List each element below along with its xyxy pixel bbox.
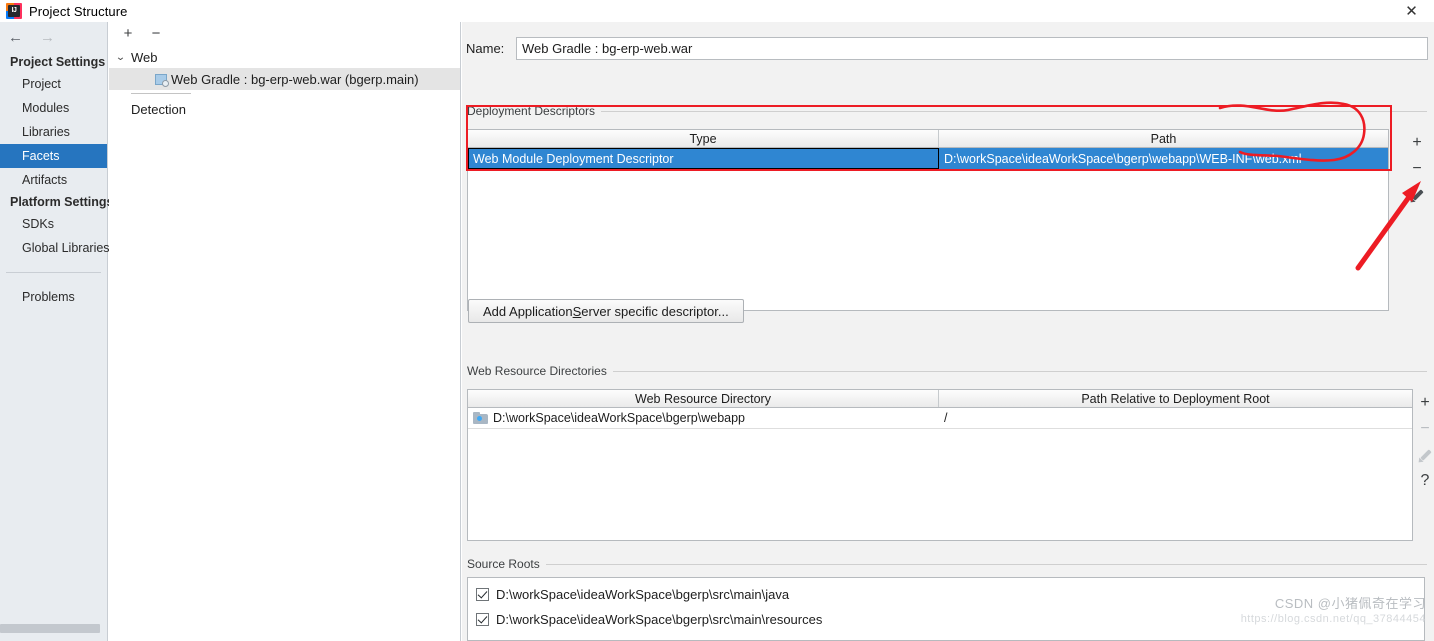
column-header-path[interactable]: Path xyxy=(939,130,1388,147)
settings-sidebar: ← → Project Settings Project Modules Lib… xyxy=(0,22,114,641)
add-button-mnemonic: S xyxy=(572,303,582,319)
tree-node-web-label: Web xyxy=(131,49,158,65)
web-resource-directories-table[interactable]: Web Resource Directory Path Relative to … xyxy=(467,389,1413,541)
sidebar-item-facets[interactable]: Facets xyxy=(0,144,107,168)
add-resource-dir-button[interactable]: + xyxy=(1414,390,1434,416)
edit-resource-dir-button[interactable] xyxy=(1414,442,1434,468)
edit-descriptor-button[interactable] xyxy=(1406,182,1428,208)
facet-name-label: Name: xyxy=(466,40,505,56)
facets-tree-panel: + − ⌄ Web Web Gradle : bg-erp-web.war (b… xyxy=(109,22,461,641)
facets-tree-toolbar: + − xyxy=(109,22,460,46)
section-divider-line xyxy=(545,563,1427,565)
source-roots-section-header: Source Roots xyxy=(467,557,1427,571)
web-resource-directory-text: D:\workSpace\ideaWorkSpace\bgerp\webapp xyxy=(493,411,745,425)
sidebar-group-platform-settings: Platform Settings xyxy=(10,195,114,209)
web-resource-directories-toolbar: + − ? xyxy=(1414,390,1434,494)
watermark: CSDN @小猪佩奇在学习 https://blog.csdn.net/qq_3… xyxy=(1241,593,1426,625)
add-button-text-pre: Add Application xyxy=(483,303,573,319)
help-button[interactable]: ? xyxy=(1414,468,1434,494)
facet-settings-pane: Name: Deployment Descriptors Type Path W… xyxy=(462,22,1434,641)
sidebar-divider xyxy=(6,272,101,273)
forward-arrow-icon[interactable]: → xyxy=(40,29,55,46)
watermark-url: https://blog.csdn.net/qq_37844454 xyxy=(1240,613,1426,625)
add-button-text-post: erver specific descriptor... xyxy=(581,303,729,319)
section-divider-line xyxy=(601,110,1427,112)
watermark-text: CSDN @小猪佩奇在学习 xyxy=(1274,596,1426,611)
column-header-web-resource-directory[interactable]: Web Resource Directory xyxy=(468,390,939,407)
table-row[interactable]: D:\workSpace\ideaWorkSpace\bgerp\webapp … xyxy=(468,408,1412,429)
deployment-descriptors-label: Deployment Descriptors xyxy=(467,104,596,118)
column-header-path-relative[interactable]: Path Relative to Deployment Root xyxy=(939,390,1412,407)
tree-node-detection-label: Detection xyxy=(131,101,186,117)
sidebar-item-modules[interactable]: Modules xyxy=(0,96,107,120)
tree-divider xyxy=(131,93,191,94)
checkbox-checked-icon[interactable] xyxy=(476,588,489,601)
war-artifact-icon xyxy=(155,73,169,87)
window-title: Project Structure xyxy=(29,3,128,19)
remove-facet-button[interactable]: − xyxy=(149,26,163,41)
column-header-type[interactable]: Type xyxy=(468,130,939,147)
remove-descriptor-button[interactable]: − xyxy=(1406,156,1428,182)
add-app-server-descriptor-button[interactable]: Add Application Server specific descript… xyxy=(468,299,744,323)
sidebar-item-global-libraries[interactable]: Global Libraries xyxy=(0,236,110,260)
tree-node-web-gradle[interactable]: Web Gradle : bg-erp-web.war (bgerp.main) xyxy=(109,68,460,90)
sidebar-item-problems[interactable]: Problems xyxy=(0,285,107,309)
relative-path-cell[interactable]: / xyxy=(939,408,1412,429)
table-row[interactable]: Web Module Deployment Descriptor D:\work… xyxy=(468,148,1388,169)
sidebar-item-libraries[interactable]: Libraries xyxy=(0,120,107,144)
sidebar-item-artifacts[interactable]: Artifacts xyxy=(0,168,107,192)
deployment-descriptors-table[interactable]: Type Path Web Module Deployment Descript… xyxy=(467,129,1389,311)
sidebar-item-sdks[interactable]: SDKs xyxy=(0,212,107,236)
checkbox-checked-icon[interactable] xyxy=(476,613,489,626)
deployment-descriptor-path-cell[interactable]: D:\workSpace\ideaWorkSpace\bgerp\webapp\… xyxy=(939,148,1388,169)
add-descriptor-button[interactable]: + xyxy=(1406,130,1428,156)
project-structure-dialog: IJ Project Structure ✕ ← → Project Setti… xyxy=(0,0,1434,641)
folder-icon xyxy=(473,412,488,424)
deployment-descriptors-section-header: Deployment Descriptors xyxy=(467,104,1427,118)
facet-name-input[interactable] xyxy=(516,36,1428,60)
close-icon[interactable]: ✕ xyxy=(1389,0,1434,22)
deployment-descriptors-toolbar: + − xyxy=(1406,130,1428,208)
web-resource-directory-cell[interactable]: D:\workSpace\ideaWorkSpace\bgerp\webapp xyxy=(468,408,939,429)
facet-name-row: Name: xyxy=(466,36,1428,60)
section-divider-line xyxy=(612,370,1427,372)
back-arrow-icon[interactable]: ← xyxy=(8,29,23,46)
web-resource-directories-section-header: Web Resource Directories xyxy=(467,364,1427,378)
tree-node-detection[interactable]: Detection xyxy=(109,98,460,120)
web-resource-directories-table-header: Web Resource Directory Path Relative to … xyxy=(468,390,1412,408)
chevron-down-icon[interactable]: ⌄ xyxy=(115,52,133,63)
nav-history-controls: ← → xyxy=(0,22,107,52)
tree-node-web[interactable]: ⌄ Web xyxy=(109,46,460,68)
tree-node-web-gradle-label: Web Gradle : bg-erp-web.war (bgerp.main) xyxy=(171,71,419,87)
sidebar-item-project[interactable]: Project xyxy=(0,72,107,96)
source-root-label: D:\workSpace\ideaWorkSpace\bgerp\src\mai… xyxy=(496,587,790,602)
sidebar-horizontal-scrollbar[interactable] xyxy=(0,624,100,633)
pencil-icon xyxy=(1415,448,1433,465)
web-resource-directories-label: Web Resource Directories xyxy=(467,364,607,378)
source-roots-label: Source Roots xyxy=(467,557,540,571)
deployment-descriptors-table-header: Type Path xyxy=(468,130,1388,148)
pencil-icon xyxy=(1407,188,1425,205)
add-facet-button[interactable]: + xyxy=(121,26,135,41)
remove-resource-dir-button[interactable]: − xyxy=(1414,416,1434,442)
deployment-descriptor-type-cell[interactable]: Web Module Deployment Descriptor xyxy=(468,148,939,169)
title-bar: IJ Project Structure ✕ xyxy=(0,0,1434,22)
source-root-label: D:\workSpace\ideaWorkSpace\bgerp\src\mai… xyxy=(496,612,823,627)
sidebar-group-project-settings: Project Settings xyxy=(10,55,106,69)
intellij-idea-icon: IJ xyxy=(6,3,22,19)
